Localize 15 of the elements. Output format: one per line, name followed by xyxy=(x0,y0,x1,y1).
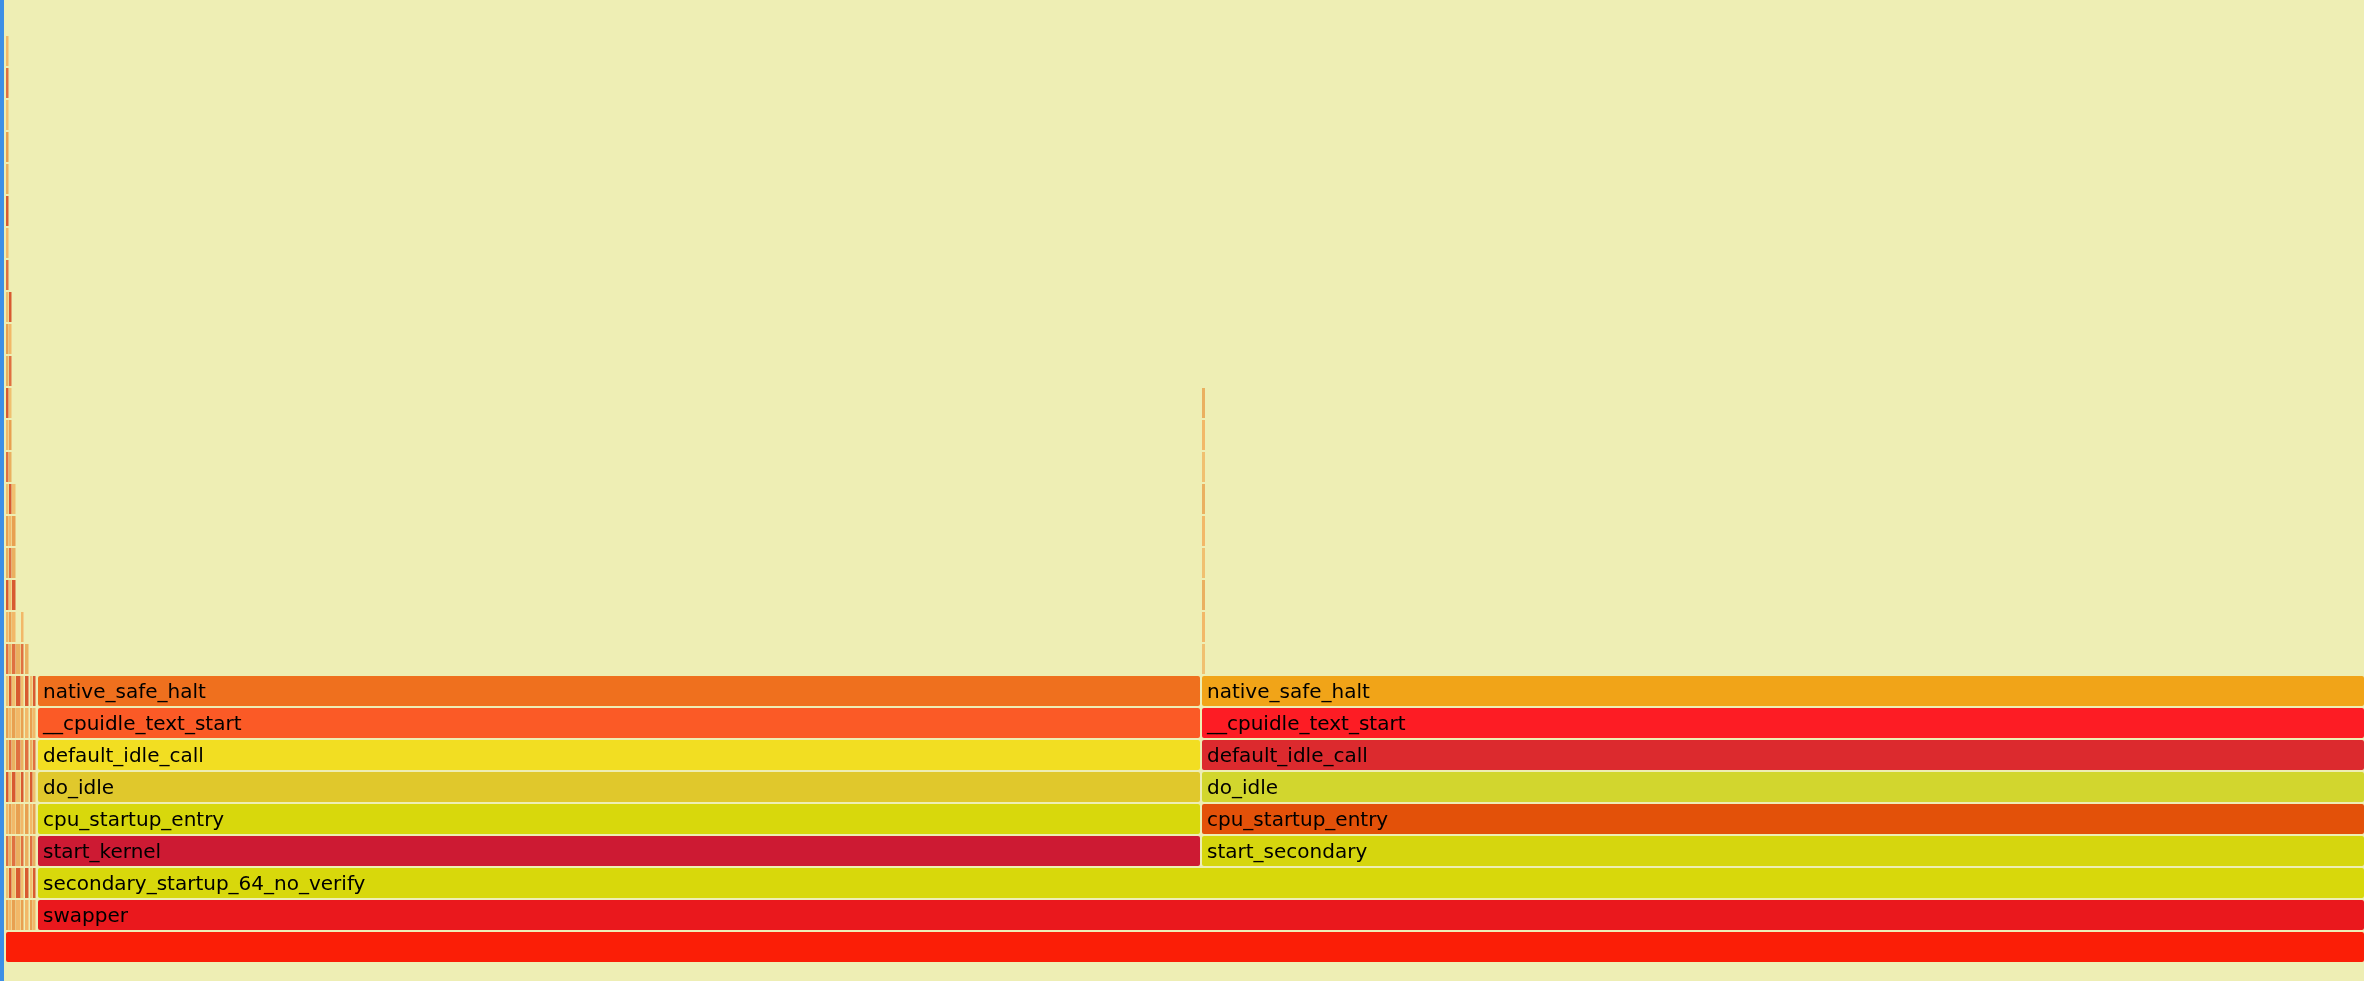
frame-bar[interactable]: do_idle xyxy=(1202,772,2364,802)
frame-bar[interactable]: start_secondary xyxy=(1202,836,2364,866)
frame-bar[interactable]: default_idle_call xyxy=(1202,740,2364,770)
frame-bar[interactable]: secondary_startup_64_no_verify xyxy=(38,868,2364,898)
frame-bar[interactable]: native_safe_halt xyxy=(1202,676,2364,706)
frame-bar[interactable]: native_safe_halt xyxy=(38,676,1200,706)
frame-bar[interactable] xyxy=(6,932,2364,962)
frame-bar[interactable]: start_kernel xyxy=(38,836,1200,866)
frame-bar[interactable]: swapper xyxy=(38,900,2364,930)
frame-bar[interactable]: do_idle xyxy=(38,772,1200,802)
frame-bar[interactable]: cpu_startup_entry xyxy=(38,804,1200,834)
frame-bar[interactable]: default_idle_call xyxy=(38,740,1200,770)
frame-bar[interactable]: cpu_startup_entry xyxy=(1202,804,2364,834)
frame-bar[interactable]: __cpuidle_text_start xyxy=(38,708,1200,738)
frame-bar[interactable]: __cpuidle_text_start xyxy=(1202,708,2364,738)
